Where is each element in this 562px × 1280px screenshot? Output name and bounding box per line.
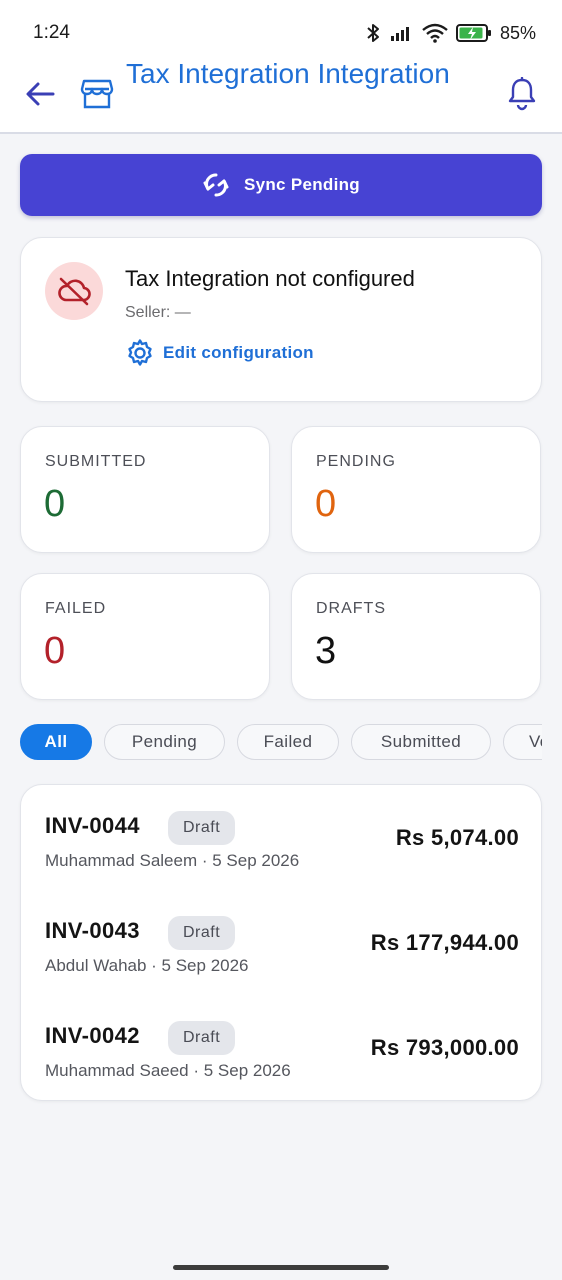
filter-chips: All Pending Failed Submitted Void — [20, 724, 542, 760]
invoice-meta: Muhammad Saleem · 5 Sep 2026 — [45, 851, 300, 870]
stat-card-failed[interactable]: FAILED 0 — [20, 573, 270, 700]
sync-pending-button[interactable]: Sync Pending — [20, 154, 542, 216]
gear-icon — [128, 339, 152, 366]
wifi-icon — [422, 23, 448, 43]
invoice-list: INV-0044 Draft Muhammad Saleem · 5 Sep 2… — [20, 784, 542, 1101]
status-badge: Draft — [168, 1021, 236, 1055]
home-indicator[interactable] — [173, 1265, 389, 1270]
invoice-amount: Rs 177,944.00 — [370, 930, 519, 955]
seller-label: Seller: — — [125, 304, 191, 321]
filter-chip-failed[interactable]: Failed — [237, 724, 339, 760]
notifications-button[interactable] — [504, 74, 540, 114]
bell-icon — [508, 77, 536, 111]
edit-configuration-link[interactable]: Edit configuration — [125, 338, 314, 368]
status-badge: Draft — [168, 916, 236, 950]
invoice-row[interactable]: INV-0042 Draft Muhammad Saeed · 5 Sep 20… — [21, 1021, 543, 1113]
stat-card-submitted[interactable]: SUBMITTED 0 — [20, 426, 270, 553]
signal-icon — [390, 27, 409, 41]
configuration-status-card: Tax Integration not configured Seller: —… — [20, 237, 542, 402]
edit-configuration-label: Edit configuration — [163, 343, 314, 362]
battery-percentage: 85% — [499, 22, 536, 43]
invoice-meta: Muhammad Saeed · 5 Sep 2026 — [45, 1061, 291, 1080]
invoice-amount: Rs 5,074.00 — [395, 825, 519, 850]
filter-chip-pending[interactable]: Pending — [104, 724, 225, 760]
invoice-id: INV-0044 — [45, 813, 140, 838]
storefront-icon — [80, 79, 114, 109]
back-button[interactable] — [22, 76, 58, 112]
stat-label: FAILED — [45, 600, 107, 617]
invoice-row[interactable]: INV-0043 Draft Abdul Wahab · 5 Sep 2026 … — [21, 916, 543, 1008]
stat-label: PENDING — [316, 453, 396, 470]
cloud-off-icon — [58, 277, 91, 306]
stat-label: SUBMITTED — [45, 453, 147, 470]
sync-icon — [203, 173, 229, 197]
invoice-row[interactable]: INV-0044 Draft Muhammad Saleem · 5 Sep 2… — [21, 811, 543, 903]
status-time: 1:24 — [33, 22, 70, 43]
stat-value: 0 — [44, 483, 66, 525]
status-icons: 85% — [364, 20, 536, 46]
back-arrow-icon — [26, 82, 55, 106]
invoice-meta: Abdul Wahab · 5 Sep 2026 — [45, 956, 249, 975]
battery-icon — [455, 24, 491, 42]
invoice-id: INV-0042 — [45, 1023, 140, 1048]
invoice-amount: Rs 793,000.00 — [370, 1035, 519, 1060]
stat-value: 0 — [315, 483, 337, 525]
stat-label: DRAFTS — [316, 600, 386, 617]
stat-value: 3 — [315, 630, 337, 672]
page-title: Tax Integration Integration — [126, 58, 450, 89]
stat-card-drafts[interactable]: DRAFTS 3 — [291, 573, 541, 700]
status-badge: Draft — [168, 811, 236, 845]
cloud-off-badge — [45, 262, 103, 320]
app-bar: Tax Integration Integration — [0, 50, 562, 134]
config-status-title: Tax Integration not configured — [125, 266, 415, 291]
stat-value: 0 — [44, 630, 66, 672]
invoice-id: INV-0043 — [45, 918, 140, 943]
sync-pending-label: Sync Pending — [243, 175, 360, 194]
filter-chip-all[interactable]: All — [20, 724, 92, 760]
filter-chip-void[interactable]: Void — [503, 724, 542, 760]
filter-chip-submitted[interactable]: Submitted — [351, 724, 491, 760]
stat-card-pending[interactable]: PENDING 0 — [291, 426, 541, 553]
bluetooth-icon — [367, 24, 379, 42]
